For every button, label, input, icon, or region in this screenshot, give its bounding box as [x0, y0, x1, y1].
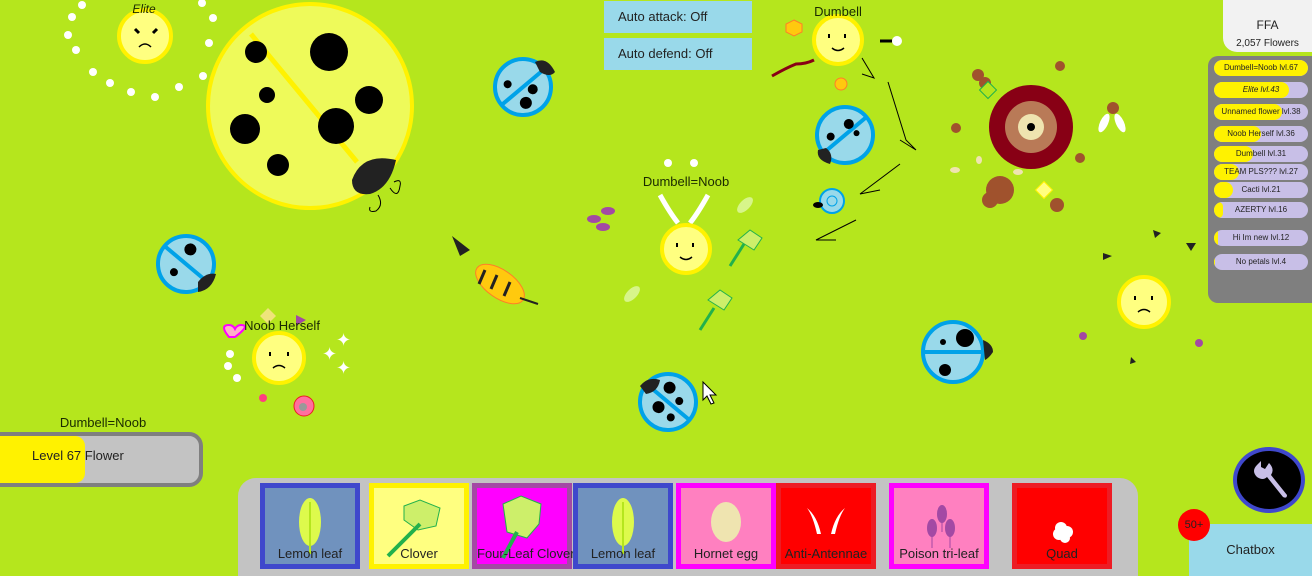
player-count: 2,057 Flowers [1236, 38, 1299, 49]
hotbar-slot-clover[interactable]: Clover [369, 483, 469, 569]
hotbar-slot-label: Quad [1046, 546, 1078, 561]
leaderboard-row: Dumbell lvl.31 [1214, 146, 1308, 162]
player-name-elite: Elite [132, 2, 156, 16]
hotbar-slot-label: Hornet egg [693, 546, 759, 561]
mouse-cursor-icon [702, 380, 718, 405]
leaderboard-row: No petals lvl.4 [1214, 254, 1308, 270]
hotbar-slot-label: Anti-Antennae [784, 546, 868, 561]
ant-hole [950, 61, 1126, 212]
settings-button[interactable] [1233, 447, 1305, 513]
petal-hotbar: Lemon leaf Clover Four-Leaf Clover Lemon le… [238, 478, 1138, 576]
game-mode-label: FFA [1256, 18, 1279, 32]
leaderboard-entry-label: Dumbell=Noob lvl.67 [1223, 63, 1299, 72]
blue-ladybug [493, 57, 553, 117]
blue-ladybug [156, 234, 216, 294]
hotbar-slot-label: Clover [400, 546, 438, 561]
blue-ladybug [638, 372, 698, 432]
svg-text:✦: ✦ [336, 330, 351, 350]
player-name-noob-herself: Noob Herself [244, 318, 320, 333]
player-name-dumbell: Dumbell [814, 4, 862, 19]
leaderboard-row: Hi Im new lvl.12 [1214, 230, 1308, 246]
leaderboard-entry-label: Unnamed flower lvl.38 [1221, 107, 1301, 116]
leaderboard-row: Dumbell=Noob lvl.67 [1214, 60, 1308, 76]
hotbar-slot-quad[interactable]: Quad [1012, 483, 1112, 569]
own-player-name: Dumbell=Noob [59, 415, 147, 430]
game-mode-panel: FFA 2,057 Flowers [1223, 0, 1312, 52]
auto-defend-toggle[interactable]: Auto defend: Off [604, 38, 752, 70]
hotbar-slot-label: Poison tri-leaf [899, 546, 979, 561]
hotbar-slot-label: Four-Leaf Clover [477, 546, 575, 561]
flower-unnamed [1079, 230, 1203, 364]
leaderboard-entry-label: No petals lvl.4 [1235, 257, 1287, 266]
svg-text:✦: ✦ [336, 358, 351, 378]
hotbar-slot-anti-antennae[interactable]: Anti-Antennae [776, 483, 876, 569]
leaderboard-entry-label: Elite lvl.43 [1242, 85, 1280, 94]
giant-ladybug [206, 2, 414, 212]
leaderboard-entry-label: TEAM PLS??? lvl.27 [1224, 167, 1298, 176]
hotbar-slot-four-leaf-clover[interactable]: Four-Leaf Clover [472, 483, 575, 569]
hotbar-slot-poison-tri-leaf[interactable]: Poison tri-leaf [889, 483, 989, 569]
hotbar-slot-lemon-leaf[interactable]: Lemon leaf [260, 483, 360, 569]
leaderboard-row: AZERTY lvl.16 [1214, 202, 1308, 218]
blue-ladybug [921, 320, 993, 384]
leaderboard-entry-label: Dumbell lvl.31 [1235, 149, 1287, 158]
level-label: Level 67 Flower [32, 448, 124, 463]
svg-text:✦: ✦ [322, 344, 337, 364]
leaderboard-row: Noob Herself lvl.36 [1214, 126, 1308, 142]
leaderboard-row: Cacti lvl.21 [1214, 182, 1308, 198]
level-progress-bar: Level 67 Flower [0, 432, 203, 487]
blue-ladybug [815, 105, 875, 165]
player-name-dumbell-noob: Dumbell=Noob [642, 174, 730, 189]
leaderboard-row: TEAM PLS??? lvl.27 [1214, 164, 1308, 180]
hotbar-slot-lemon-leaf[interactable]: Lemon leaf [573, 483, 673, 569]
hotbar-slot-hornet-egg[interactable]: Hornet egg [676, 483, 776, 569]
leaderboard: Dumbell=Noob lvl.67 Elite lvl.43 Unnamed f… [1208, 56, 1312, 303]
wrench-icon [1254, 461, 1287, 498]
leaderboard-entry-label: Noob Herself lvl.36 [1227, 129, 1295, 138]
auto-attack-toggle[interactable]: Auto attack: Off [604, 1, 752, 33]
leaderboard-entry-label: AZERTY lvl.16 [1234, 205, 1288, 214]
flower-elite [117, 8, 173, 64]
leaderboard-entry-label: Cacti lvl.21 [1241, 185, 1281, 194]
chat-unread-badge: 50+ [1178, 509, 1210, 541]
hornet [452, 236, 539, 305]
hotbar-slot-label: Lemon leaf [590, 546, 656, 561]
leaderboard-row: Unnamed flower lvl.38 [1214, 104, 1308, 120]
leaderboard-row: Elite lvl.43 [1214, 82, 1308, 98]
hotbar-slot-label: Lemon leaf [277, 546, 343, 561]
leaderboard-entry-label: Hi Im new lvl.12 [1232, 233, 1290, 242]
